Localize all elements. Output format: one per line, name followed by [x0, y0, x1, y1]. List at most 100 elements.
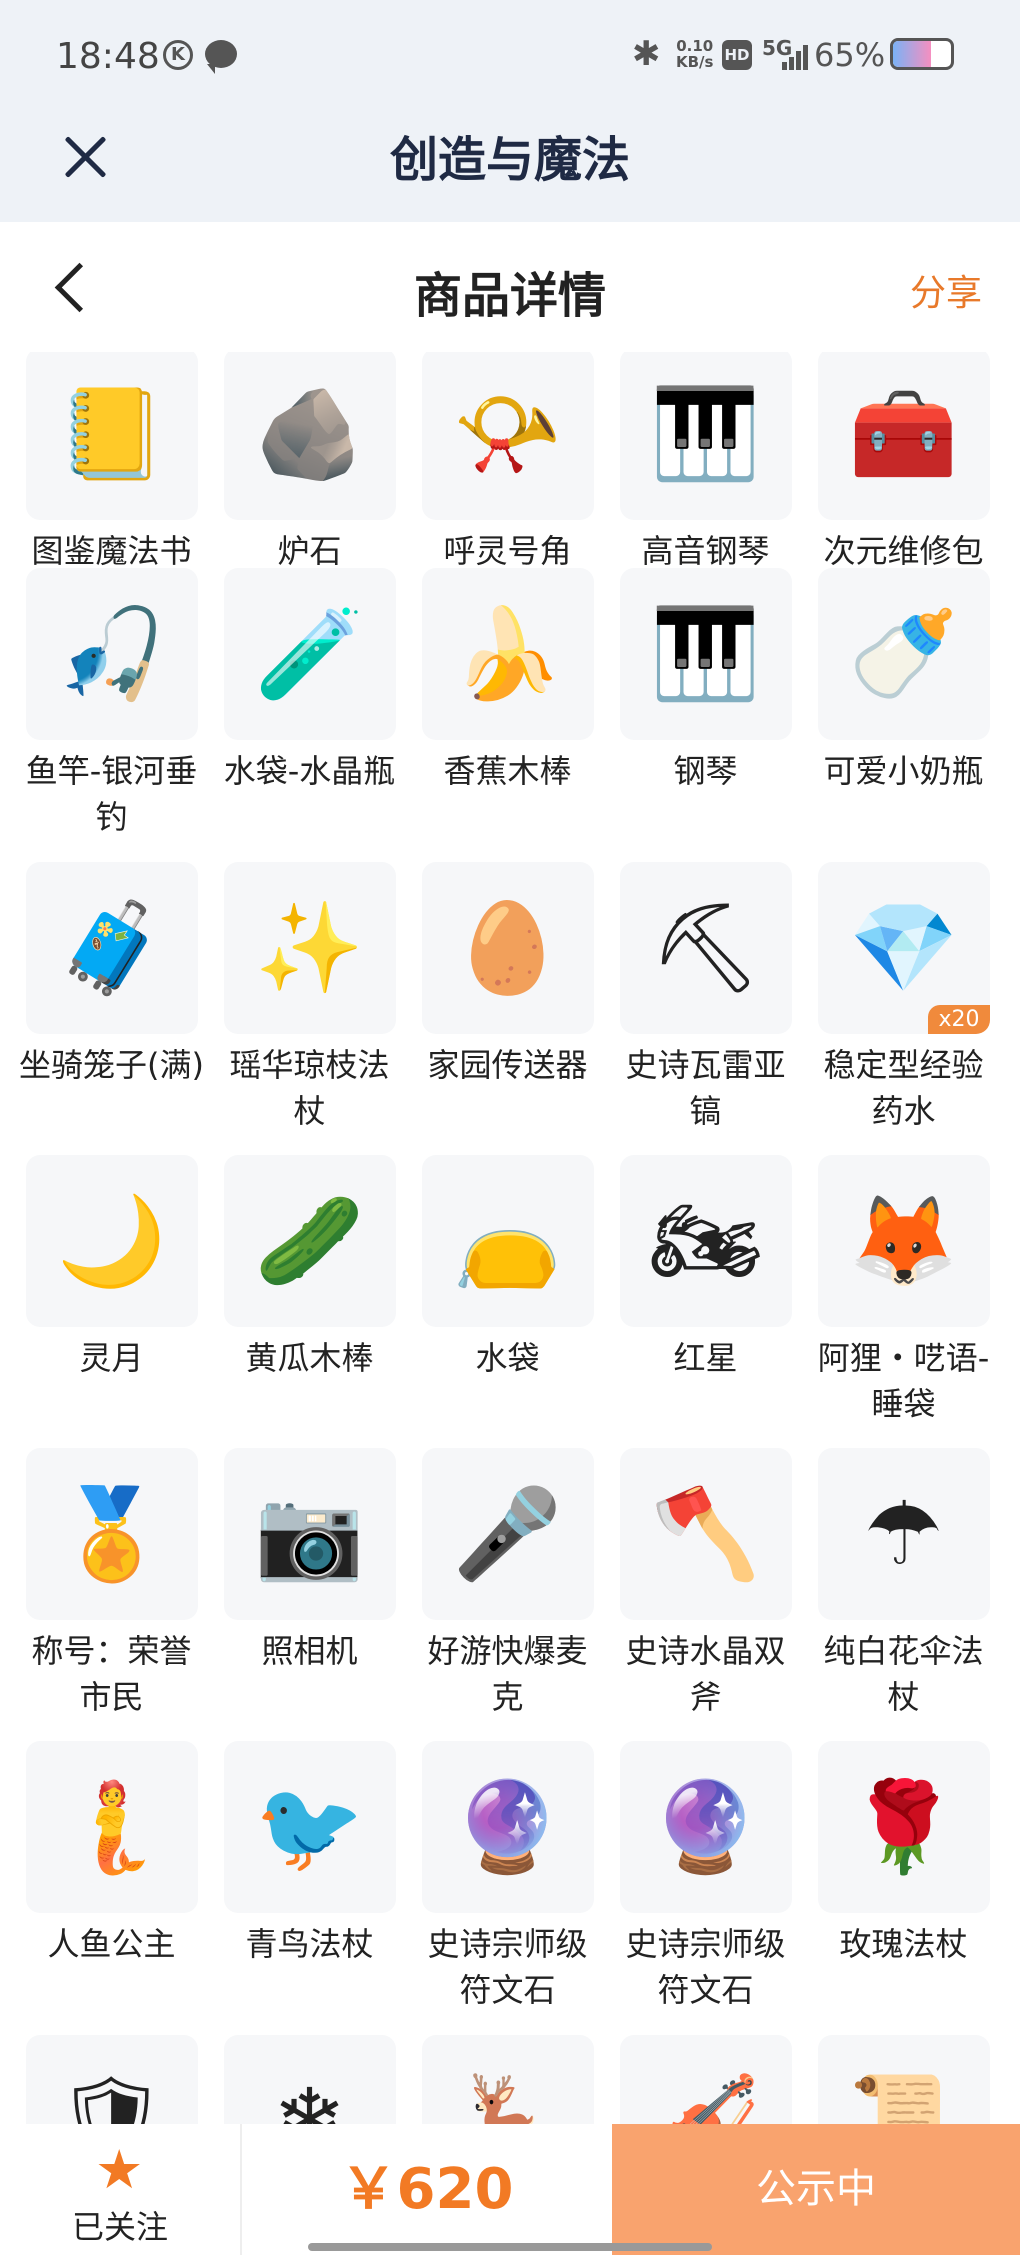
item-card[interactable]: 🧳 坐骑笼子(满)	[12, 862, 211, 1088]
item-image: ☂	[817, 1448, 990, 1620]
item-name: 水袋	[475, 1339, 540, 1377]
item-icon: 🏍	[649, 1189, 762, 1292]
item-icon: 🎤	[452, 1482, 563, 1585]
item-card[interactable]: 📯 呼灵号角	[408, 352, 607, 574]
item-icon: 🛡	[55, 2069, 168, 2125]
item-card[interactable]: 🔮 史诗宗师级符文石	[408, 1741, 607, 2013]
item-card[interactable]: 🎹 高音钢琴	[606, 352, 805, 574]
item-card[interactable]: ❄	[210, 2035, 409, 2124]
item-name: 香蕉木棒	[443, 752, 572, 790]
item-card[interactable]: 👝 水袋	[408, 1155, 607, 1381]
item-card[interactable]: 🪓 史诗水晶双斧	[606, 1448, 805, 1720]
follow-label: 已关注	[71, 2208, 168, 2246]
item-name: 灵月	[79, 1339, 144, 1377]
item-name: 史诗宗师级符文石	[625, 1925, 786, 2009]
item-image: ⛏	[619, 862, 792, 1034]
item-card[interactable]: ✨ 瑶华琼枝法杖	[210, 862, 409, 1134]
item-card[interactable]: 🎻	[606, 2035, 805, 2124]
item-icon: 🧜	[56, 1775, 167, 1878]
item-icon: ☂	[864, 1482, 943, 1585]
publicity-status-button[interactable]: 公示中	[612, 2124, 1020, 2255]
item-card[interactable]: 📜	[804, 2035, 1003, 2124]
page-title: 商品详情	[413, 268, 606, 324]
home-indicator[interactable]	[308, 2243, 712, 2251]
item-icon: 📜	[848, 2069, 959, 2125]
item-icon: 🥚	[452, 896, 563, 999]
item-card[interactable]: 🎹 钢琴	[606, 568, 805, 794]
item-icon: ✨	[254, 896, 365, 999]
item-image: 🛡	[25, 2035, 198, 2125]
follow-button[interactable]: ★ 已关注	[0, 2124, 242, 2255]
item-icon: ❄	[272, 2069, 347, 2125]
item-card[interactable]: 💎 x20 稳定型经验药水	[804, 862, 1003, 1134]
net-speed-value: 0.10	[676, 37, 714, 55]
item-name: 人鱼公主	[47, 1925, 176, 1963]
item-icon: ⛏	[649, 896, 762, 999]
item-image: 🔮	[619, 1741, 792, 1913]
item-card[interactable]: ⛏ 史诗瓦雷亚镐	[606, 862, 805, 1134]
quantity-badge: x20	[928, 1005, 990, 1034]
item-card[interactable]: 🧰 次元维修包	[804, 352, 1003, 574]
item-name: 史诗水晶双斧	[625, 1632, 786, 1716]
item-image: 🎣	[25, 568, 198, 740]
item-card[interactable]: 🥒 黄瓜木棒	[210, 1155, 409, 1381]
item-name: 称号：荣誉市民	[31, 1632, 192, 1716]
item-grid: 📒 图鉴魔法书 🪨 炉石 📯 呼灵号角 🎹 高音钢琴 🧰 次元维修包 🎣 鱼竿-银河垂钓 🧪 水袋-水晶瓶…	[0, 352, 1020, 2124]
item-image: 🍼	[817, 568, 990, 740]
item-icon: 📯	[452, 382, 563, 485]
item-icon: 🎣	[56, 602, 167, 705]
item-card[interactable]: 🧜 人鱼公主	[12, 1741, 211, 1967]
item-card[interactable]: 📷 照相机	[210, 1448, 409, 1674]
item-name: 可爱小奶瓶	[823, 752, 984, 790]
net-speed-unit: KB/s	[676, 53, 714, 71]
item-image: 🐦	[223, 1741, 396, 1913]
item-name: 瑶华琼枝法杖	[229, 1046, 390, 1130]
item-image: 🥚	[421, 862, 594, 1034]
item-card[interactable]: 🏍 红星	[606, 1155, 805, 1381]
item-icon: 🦊	[848, 1189, 959, 1292]
item-image: 🧜	[25, 1741, 198, 1913]
item-image: 📯	[421, 352, 594, 520]
item-icon: 🌙	[56, 1189, 167, 1292]
item-icon: 🍼	[848, 602, 959, 705]
item-card[interactable]: 🌹 玫瑰法杖	[804, 1741, 1003, 1967]
item-card[interactable]: 🔮 史诗宗师级符文石	[606, 1741, 805, 2013]
item-card[interactable]: 🐦 青鸟法杖	[210, 1741, 409, 1967]
item-image: 🍌	[421, 568, 594, 740]
item-image: 👝	[421, 1155, 594, 1327]
item-card[interactable]: ☂ 纯白花伞法杖	[804, 1448, 1003, 1720]
item-image: 🎻	[619, 2035, 792, 2124]
item-icon: 👝	[452, 1189, 563, 1292]
item-name: 纯白花伞法杖	[823, 1632, 984, 1716]
item-card[interactable]: 🦊 阿狸・呓语-睡袋	[804, 1155, 1003, 1427]
item-card[interactable]: 🏅 称号：荣誉市民	[12, 1448, 211, 1720]
item-image: 🎹	[619, 352, 792, 520]
item-name: 家园传送器	[427, 1046, 588, 1084]
item-card[interactable]: 🧪 水袋-水晶瓶	[210, 568, 409, 794]
item-icon: 📒	[56, 382, 167, 485]
item-card[interactable]: 🦌	[408, 2035, 607, 2124]
item-image: 🧰	[817, 352, 990, 520]
item-card[interactable]: 🎤 好游快爆麦克	[408, 1448, 607, 1720]
item-card[interactable]: 🍼 可爱小奶瓶	[804, 568, 1003, 794]
item-name: 坐骑笼子(满)	[19, 1046, 204, 1084]
item-image: 🔮	[421, 1741, 594, 1913]
item-card[interactable]: 🛡	[12, 2035, 211, 2124]
item-icon: 🔮	[650, 1775, 761, 1878]
item-card[interactable]: 🎣 鱼竿-银河垂钓	[12, 568, 211, 840]
message-icon	[205, 40, 237, 74]
status-bar: 18:48 K ✱ 0.10 KB/s HD 5G 65%	[0, 0, 1020, 110]
battery-fill	[893, 41, 931, 67]
item-icon: 🪨	[254, 382, 365, 485]
price: ￥620	[340, 2157, 514, 2222]
item-card[interactable]: 🌙 灵月	[12, 1155, 211, 1381]
item-icon: 🥒	[254, 1189, 365, 1292]
item-icon: 📷	[254, 1482, 365, 1585]
item-card[interactable]: 📒 图鉴魔法书	[12, 352, 211, 574]
item-card[interactable]: 🍌 香蕉木棒	[408, 568, 607, 794]
share-button[interactable]: 分享	[910, 264, 982, 316]
item-card[interactable]: 🥚 家园传送器	[408, 862, 607, 1088]
item-card[interactable]: 🪨 炉石	[210, 352, 409, 574]
item-image: 💎 x20	[817, 862, 990, 1034]
item-icon: 🏅	[56, 1482, 167, 1585]
